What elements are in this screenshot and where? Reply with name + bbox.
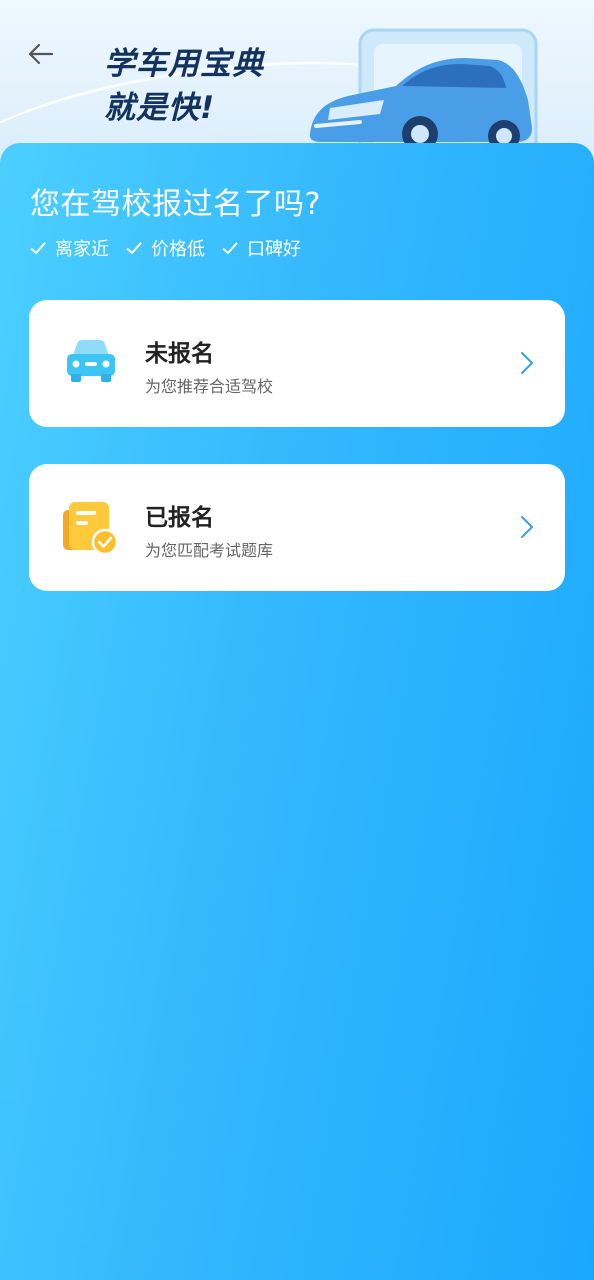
perk-item: 口碑好 xyxy=(222,235,301,261)
check-icon xyxy=(222,242,238,254)
card-subtitle: 为您推荐合适驾校 xyxy=(145,377,274,396)
perk-item: 价格低 xyxy=(126,235,205,261)
perks-list: 离家近 价格低 口碑好 xyxy=(30,235,301,261)
banner-title-line1: 学车用宝典 xyxy=(104,46,264,82)
enrolled-card[interactable]: 已报名 为您匹配考试题库 xyxy=(29,464,565,591)
banner-title: 学车用宝典 就是快! xyxy=(104,42,264,130)
perk-label: 离家近 xyxy=(55,239,109,260)
chevron-right-icon xyxy=(521,352,533,374)
main-panel: 您在驾校报过名了吗? 离家近 价格低 口碑好 未报名 为您推荐合适驾校 已报名 … xyxy=(0,143,594,1280)
perk-label: 口碑好 xyxy=(247,239,301,260)
document-check-icon xyxy=(63,502,119,556)
car-icon xyxy=(67,340,115,382)
enrollment-question: 您在驾校报过名了吗? xyxy=(30,187,321,222)
card-subtitle: 为您匹配考试题库 xyxy=(145,541,274,560)
arrow-left-icon xyxy=(28,43,54,65)
card-title: 已报名 xyxy=(145,505,214,531)
chevron-right-icon xyxy=(521,516,533,538)
card-title: 未报名 xyxy=(145,341,214,367)
perk-item: 离家近 xyxy=(30,235,109,261)
back-button[interactable] xyxy=(18,34,62,74)
not-enrolled-card[interactable]: 未报名 为您推荐合适驾校 xyxy=(29,300,565,427)
banner-title-line2: 就是快! xyxy=(104,90,216,126)
perk-label: 价格低 xyxy=(151,239,205,260)
check-icon xyxy=(30,242,46,254)
check-icon xyxy=(126,242,142,254)
